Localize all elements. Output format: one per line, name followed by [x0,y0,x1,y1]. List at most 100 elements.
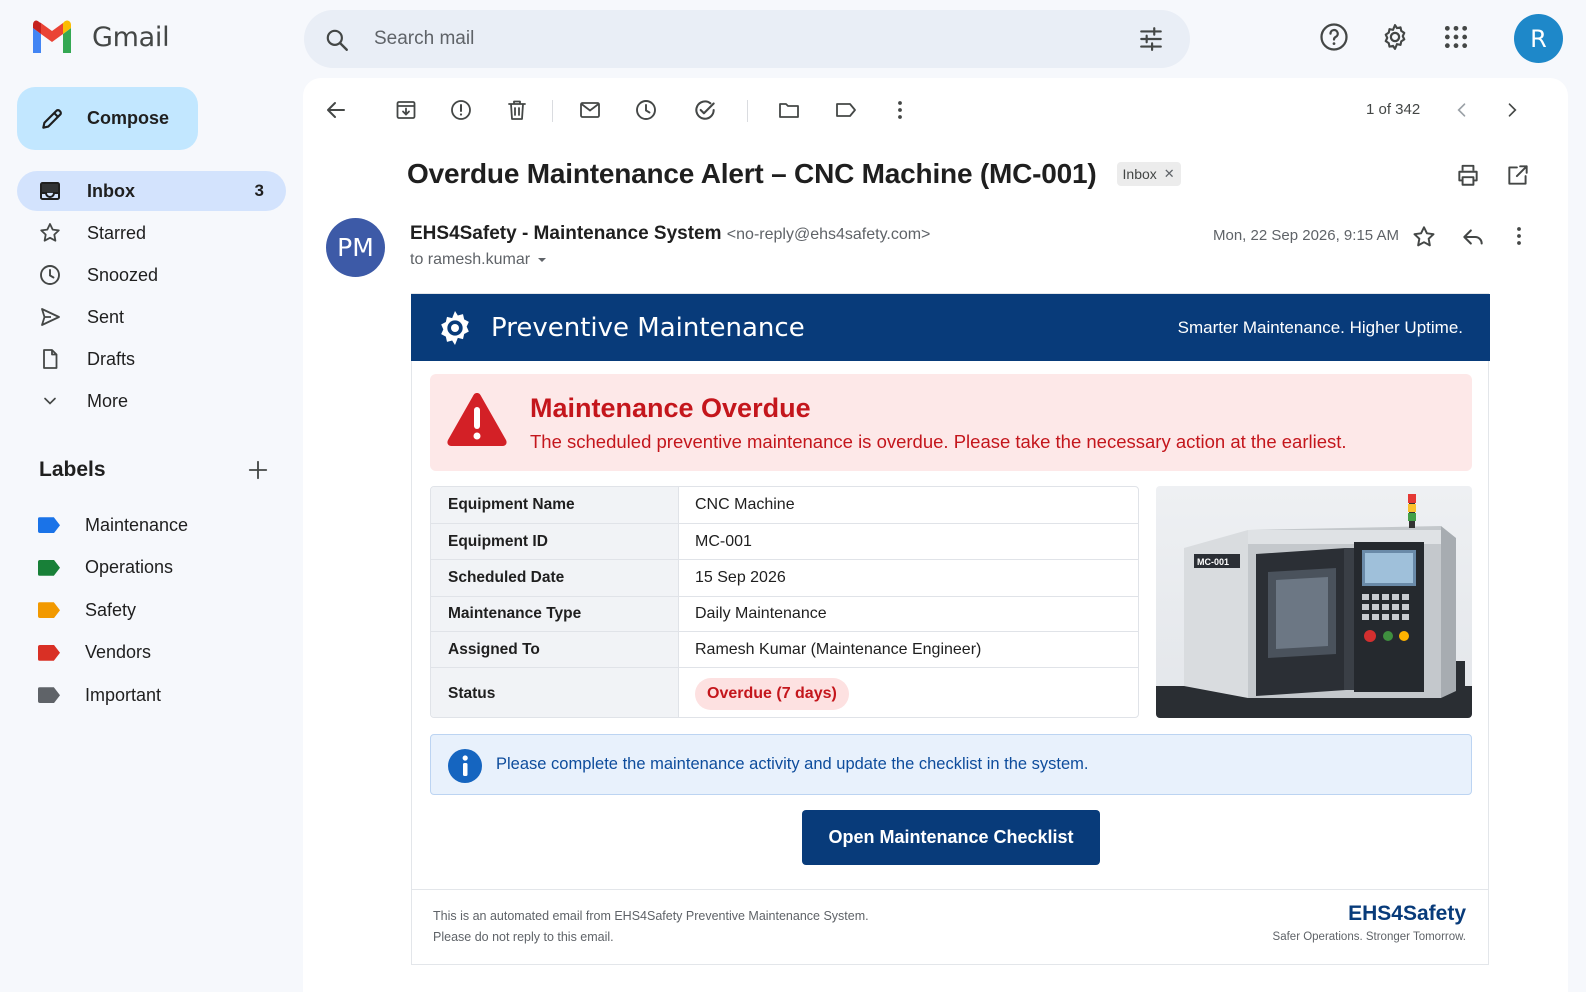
sender-line: EHS4Safety - Maintenance System <no-repl… [410,223,930,245]
inbox-unread-count: 3 [254,181,264,200]
footer-divider [412,889,1488,890]
sidebar-item-label: Snoozed [87,264,159,285]
sender-avatar[interactable]: PM [326,218,385,277]
mark-unread-mail-icon[interactable] [574,94,606,126]
footer-brand: EHS4Safety Safer Operations. Stronger To… [1273,902,1466,943]
cnc-machine-illustration: MC-001 [1156,494,1472,718]
help-icon[interactable] [1317,20,1351,54]
more-options-icon[interactable] [884,94,916,126]
caret-down-icon[interactable] [536,254,548,266]
sender-name[interactable]: EHS4Safety - Maintenance System [410,223,722,244]
label-safety[interactable]: Safety [38,589,188,632]
detail-key: Scheduled Date [431,560,679,596]
sidebar-item-sent[interactable]: Sent [17,297,286,337]
detail-key: Maintenance Type [431,597,679,631]
chevron-left-icon[interactable] [1446,94,1478,126]
labels-list: Maintenance Operations Safety Vendors Im… [38,504,188,717]
star-icon [37,221,63,245]
sender-email: <no-reply@ehs4safety.com> [726,226,931,243]
message-more-icon[interactable] [1507,224,1531,253]
label-maintenance[interactable]: Maintenance [38,504,188,547]
recipient-details[interactable]: to ramesh.kumar [410,251,548,269]
table-row: Equipment ID MC-001 [431,524,1138,560]
equipment-details-table: Equipment Name CNC Machine Equipment ID … [430,486,1139,718]
detail-value: CNC Machine [695,496,795,513]
search-icon[interactable] [324,27,350,58]
warning-triangle-icon [447,393,507,446]
info-message: Please complete the maintenance activity… [496,755,1089,773]
reply-icon[interactable] [1460,224,1486,255]
chip-label: Inbox [1122,166,1157,182]
info-note-box: Please complete the maintenance activity… [430,734,1472,795]
recipient-label: to ramesh.kumar [410,251,531,268]
label-name: Important [85,684,162,705]
email-subject: Overdue Maintenance Alert – CNC Machine … [407,158,1097,189]
clock-icon [37,263,63,287]
labels-header: Labels [39,458,269,482]
subject-row: Overdue Maintenance Alert – CNC Machine … [407,158,1181,190]
draft-icon [37,347,63,371]
cnc-machine-image: MC-001 [1156,486,1472,718]
label-vendors[interactable]: Vendors [38,632,188,675]
inbox-label-chip[interactable]: Inbox ✕ [1116,162,1181,186]
sidebar-item-more[interactable]: More [17,381,286,421]
detail-key: Status [431,668,679,717]
footer-note: This is an automated email from EHS4Safe… [433,906,869,948]
send-icon [37,305,63,329]
inbox-icon [37,179,63,203]
sidebar-item-label: Drafts [87,348,136,369]
back-arrow-icon[interactable] [320,94,352,126]
settings-gear-icon[interactable] [1378,20,1412,54]
detail-value: Ramesh Kumar (Maintenance Engineer) [695,640,982,658]
gear-icon [441,311,469,345]
delete-trash-icon[interactable] [501,94,533,126]
chip-close-icon[interactable]: ✕ [1164,166,1175,182]
search-bar[interactable] [304,10,1190,68]
email-body-card: Preventive Maintenance Smarter Maintenan… [411,293,1490,965]
move-to-folder-icon[interactable] [773,94,805,126]
report-spam-icon[interactable] [445,94,477,126]
search-options-icon[interactable] [1138,26,1164,57]
label-operations[interactable]: Operations [38,547,188,590]
search-input[interactable] [374,22,1074,56]
archive-icon[interactable] [390,94,422,126]
overdue-alert-box: Maintenance Overdue The scheduled preven… [430,374,1472,471]
detail-key: Equipment ID [431,524,679,559]
sidebar-item-inbox[interactable]: Inbox 3 [17,171,286,211]
app-name: Gmail [92,21,170,53]
compose-button[interactable]: Compose [17,87,198,150]
info-icon [448,749,482,783]
label-tag-icon [38,644,60,661]
sidebar-item-snoozed[interactable]: Snoozed [17,255,286,295]
print-icon[interactable] [1455,162,1481,193]
add-to-tasks-icon[interactable] [689,94,721,126]
open-checklist-button[interactable]: Open Maintenance Checklist [802,810,1100,865]
label-important[interactable]: Important [38,674,188,717]
compose-label: Compose [87,108,170,128]
snooze-clock-icon[interactable] [630,94,662,126]
sidebar-item-drafts[interactable]: Drafts [17,339,286,379]
label-icon[interactable] [830,94,862,126]
banner-title: Preventive Maintenance [491,312,805,343]
sidebar-item-label: Inbox [87,180,135,201]
chevron-right-icon[interactable] [1496,94,1528,126]
chevron-down-icon [37,391,63,411]
table-row: Maintenance Type Daily Maintenance [431,597,1138,632]
footer-brand-name: EHS4Safety [1348,902,1466,925]
footer-line-1: This is an automated email from EHS4Safe… [433,909,869,923]
labels-title: Labels [39,458,106,481]
alert-title: Maintenance Overdue [530,393,811,423]
message-date: Mon, 22 Sep 2026, 9:15 AM [1213,227,1399,244]
table-row: Scheduled Date 15 Sep 2026 [431,560,1138,597]
star-icon[interactable] [1411,224,1437,255]
label-tag-icon [38,559,60,576]
open-in-new-window-icon[interactable] [1505,162,1531,193]
table-row: Equipment Name CNC Machine [431,487,1138,524]
toolbar-divider [552,100,553,122]
account-avatar[interactable]: R [1514,14,1563,63]
label-tag-icon [38,517,60,534]
sidebar-item-starred[interactable]: Starred [17,213,286,253]
apps-grid-icon[interactable] [1439,20,1473,54]
gmail-logo[interactable]: Gmail [30,20,170,54]
add-label-icon[interactable] [247,459,269,481]
